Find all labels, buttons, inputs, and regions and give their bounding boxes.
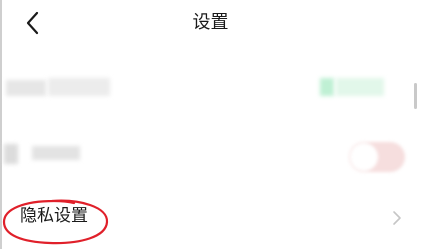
toggle-switch[interactable] [349, 142, 405, 172]
blurred-label-part [32, 146, 80, 160]
page-title: 设置 [192, 12, 229, 33]
chevron-right-icon [393, 211, 401, 225]
blurred-value [336, 78, 384, 96]
header: 设置 [0, 0, 421, 46]
blurred-label [6, 80, 46, 96]
annotation-circle [2, 199, 109, 245]
settings-row-blurred-1[interactable] [0, 58, 421, 118]
blurred-label-part [48, 78, 110, 96]
blurred-label [4, 144, 18, 164]
toggle-knob [350, 143, 378, 171]
blurred-value-green [320, 78, 334, 96]
settings-row-blurred-2 [0, 124, 421, 184]
scrollbar[interactable] [414, 83, 417, 109]
